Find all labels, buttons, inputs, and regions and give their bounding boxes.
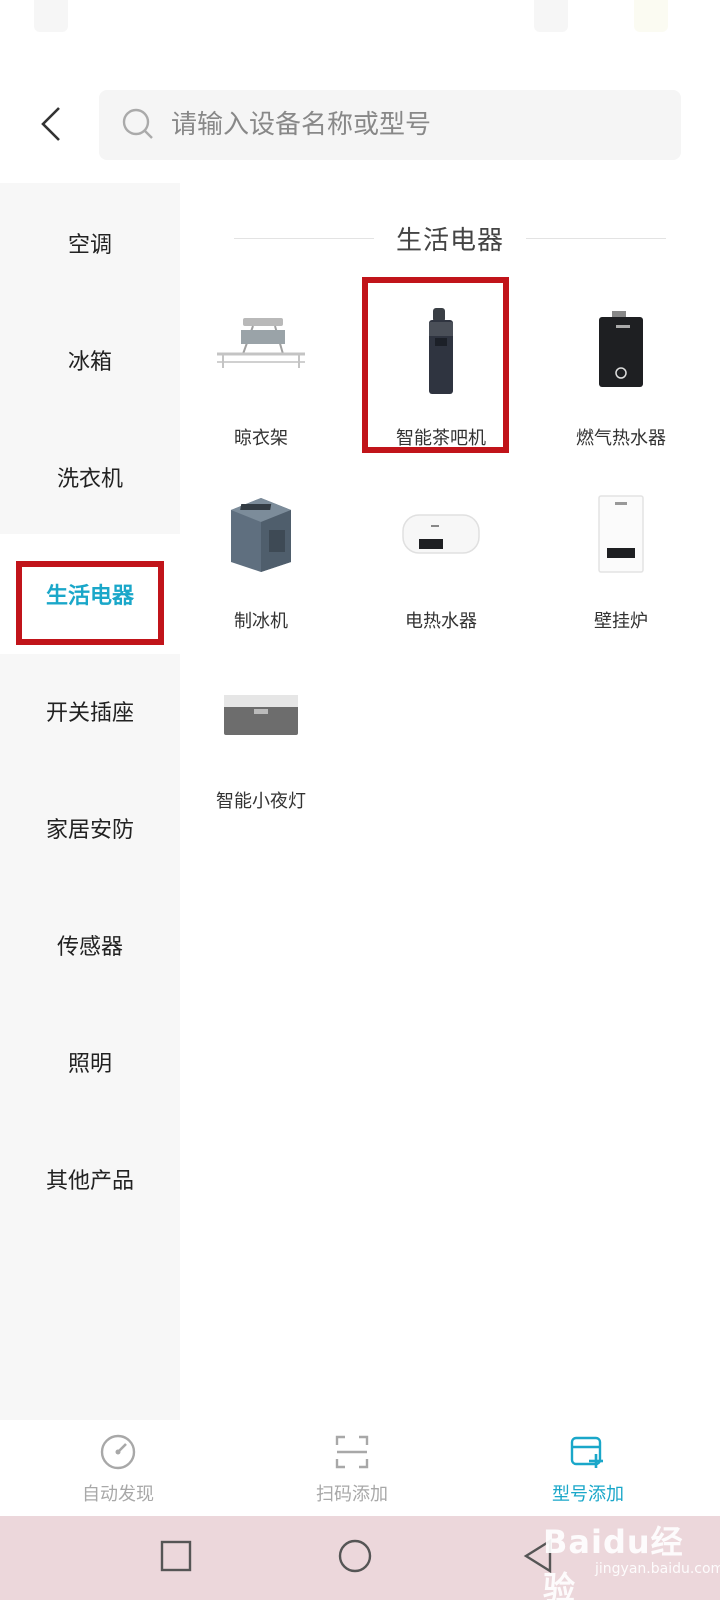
sidebar-item-sensors[interactable]: 传感器 [0,885,180,1005]
gas-water-heater-icon [566,296,676,406]
product-label: 制冰机 [234,611,288,632]
product-night-light[interactable]: 智能小夜灯 [186,651,336,821]
product-label: 智能茶吧机 [396,428,486,449]
status-bar [0,0,720,72]
recent-apps-button[interactable] [156,1538,196,1578]
tab-auto-discover[interactable]: 自动发现 [18,1420,218,1516]
sidebar-item-switches-sockets[interactable]: 开关插座 [0,651,180,771]
sidebar-item-label: 冰箱 [67,350,112,375]
header [0,72,720,180]
square-icon [160,1540,192,1576]
status-icon-right [634,0,668,32]
gauge-icon [98,1432,138,1472]
section-header: 生活电器 [180,218,720,258]
bottom-tab-bar: 自动发现 扫码添加 型号添加 [0,1420,720,1516]
home-button[interactable] [335,1538,375,1578]
back-button[interactable] [26,98,76,154]
watermark-url: jingyan.baidu.com [595,1561,720,1577]
scan-icon [332,1432,372,1472]
category-sidebar: 空调 冰箱 洗衣机 生活电器 开关插座 家居安防 传感器 照明 其他产品 [0,183,180,1420]
status-icon-left [34,0,68,32]
status-icon-mid [534,0,568,32]
search-icon [119,105,159,145]
sidebar-item-other-products[interactable]: 其他产品 [0,1119,180,1239]
product-gas-water-heater[interactable]: 燃气热水器 [546,288,696,458]
sidebar-item-label: 照明 [67,1052,112,1077]
sidebar-item-label: 传感器 [56,935,123,960]
watermark-logo-text: Baidu经验 [543,1523,684,1600]
sidebar-item-home-security[interactable]: 家居安防 [0,768,180,888]
product-label: 壁挂炉 [594,611,648,632]
search-input[interactable] [171,110,651,140]
product-label: 智能小夜灯 [216,791,306,812]
product-wall-boiler[interactable]: 壁挂炉 [546,471,696,641]
sidebar-item-label: 空调 [67,233,112,258]
product-grid: 生活电器 晾衣架 智能茶吧机 燃气热水器 制冰机 电热水器 壁挂炉 智能小夜灯 [180,183,720,1420]
baidu-watermark: Baidu经验 jingyan.baidu.com [525,1503,720,1600]
clothes-rack-icon [206,296,316,406]
section-title: 生活电器 [395,225,504,256]
sidebar-item-label: 其他产品 [45,1169,134,1194]
ice-maker-icon [206,479,316,589]
circle-icon [337,1538,373,1578]
divider-line [233,237,374,239]
night-light-icon [206,659,316,769]
back-arrow-icon [40,106,62,146]
sidebar-item-label: 洗衣机 [56,467,123,492]
product-label: 电热水器 [405,611,477,632]
tea-bar-machine-icon [386,296,496,406]
product-label: 燃气热水器 [576,428,666,449]
tab-scan-add[interactable]: 扫码添加 [252,1420,452,1516]
model-add-icon [568,1432,608,1472]
sidebar-item-label: 开关插座 [45,701,134,726]
divider-line [526,237,666,239]
wall-boiler-icon [566,479,676,589]
product-tea-bar-machine[interactable]: 智能茶吧机 [366,288,516,458]
product-clothes-rack[interactable]: 晾衣架 [186,288,336,458]
tab-label: 扫码添加 [316,1484,388,1505]
product-electric-water-heater[interactable]: 电热水器 [366,471,516,641]
sidebar-item-label: 生活电器 [45,584,134,609]
product-label: 晾衣架 [234,428,288,449]
sidebar-item-air-conditioner[interactable]: 空调 [0,183,180,303]
tab-model-add[interactable]: 型号添加 [488,1420,688,1516]
sidebar-item-refrigerator[interactable]: 冰箱 [0,300,180,420]
sidebar-item-washing-machine[interactable]: 洗衣机 [0,417,180,537]
sidebar-item-lighting[interactable]: 照明 [0,1002,180,1122]
tab-label: 自动发现 [82,1484,154,1505]
search-bar[interactable] [99,90,681,160]
product-ice-maker[interactable]: 制冰机 [186,471,336,641]
sidebar-item-home-appliances[interactable]: 生活电器 [0,534,180,654]
electric-water-heater-icon [386,479,496,589]
sidebar-item-label: 家居安防 [45,818,134,843]
